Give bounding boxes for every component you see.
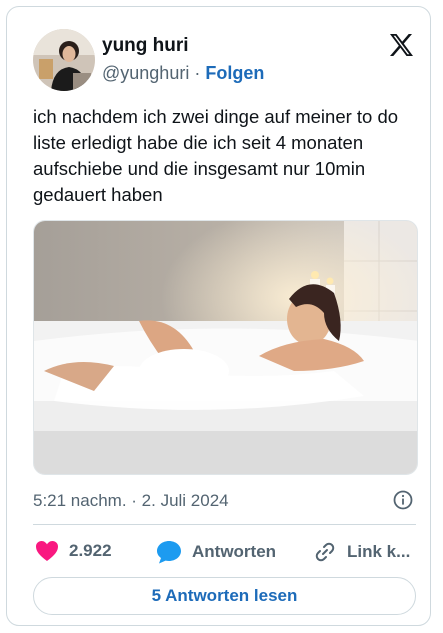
- reply-button[interactable]: Antworten: [156, 540, 276, 564]
- copy-link-button[interactable]: Link k...: [313, 540, 410, 564]
- tweet-text: ich nachdem ich zwei dinge auf meiner to…: [33, 106, 399, 205]
- reply-label: Antworten: [192, 542, 277, 561]
- separator: ·: [194, 63, 201, 83]
- handle[interactable]: @yunghuri: [102, 63, 189, 83]
- display-name[interactable]: yung huri: [102, 35, 189, 57]
- read-replies-button[interactable]: 5 Antworten lesen: [33, 577, 416, 615]
- like-button[interactable]: 2.922: [35, 540, 112, 562]
- handle-row: @yunghuri · Folgen: [102, 63, 264, 84]
- follow-link[interactable]: Folgen: [205, 63, 264, 83]
- link-icon: [315, 542, 335, 562]
- tweet-image[interactable]: [33, 220, 418, 475]
- divider: [33, 524, 416, 525]
- avatar[interactable]: [33, 29, 95, 91]
- timestamp[interactable]: 5:21 nachm. · 2. Juli 2024: [33, 491, 229, 511]
- heart-icon: [36, 541, 58, 561]
- link-label: Link k...: [347, 542, 411, 561]
- reply-bubble-icon: [157, 541, 181, 564]
- tweet-card[interactable]: yung huri @yunghuri · Folgen ich nachdem…: [6, 6, 431, 626]
- like-count: 2.922: [69, 541, 112, 560]
- x-logo-icon[interactable]: [389, 34, 413, 56]
- info-icon[interactable]: [393, 490, 413, 510]
